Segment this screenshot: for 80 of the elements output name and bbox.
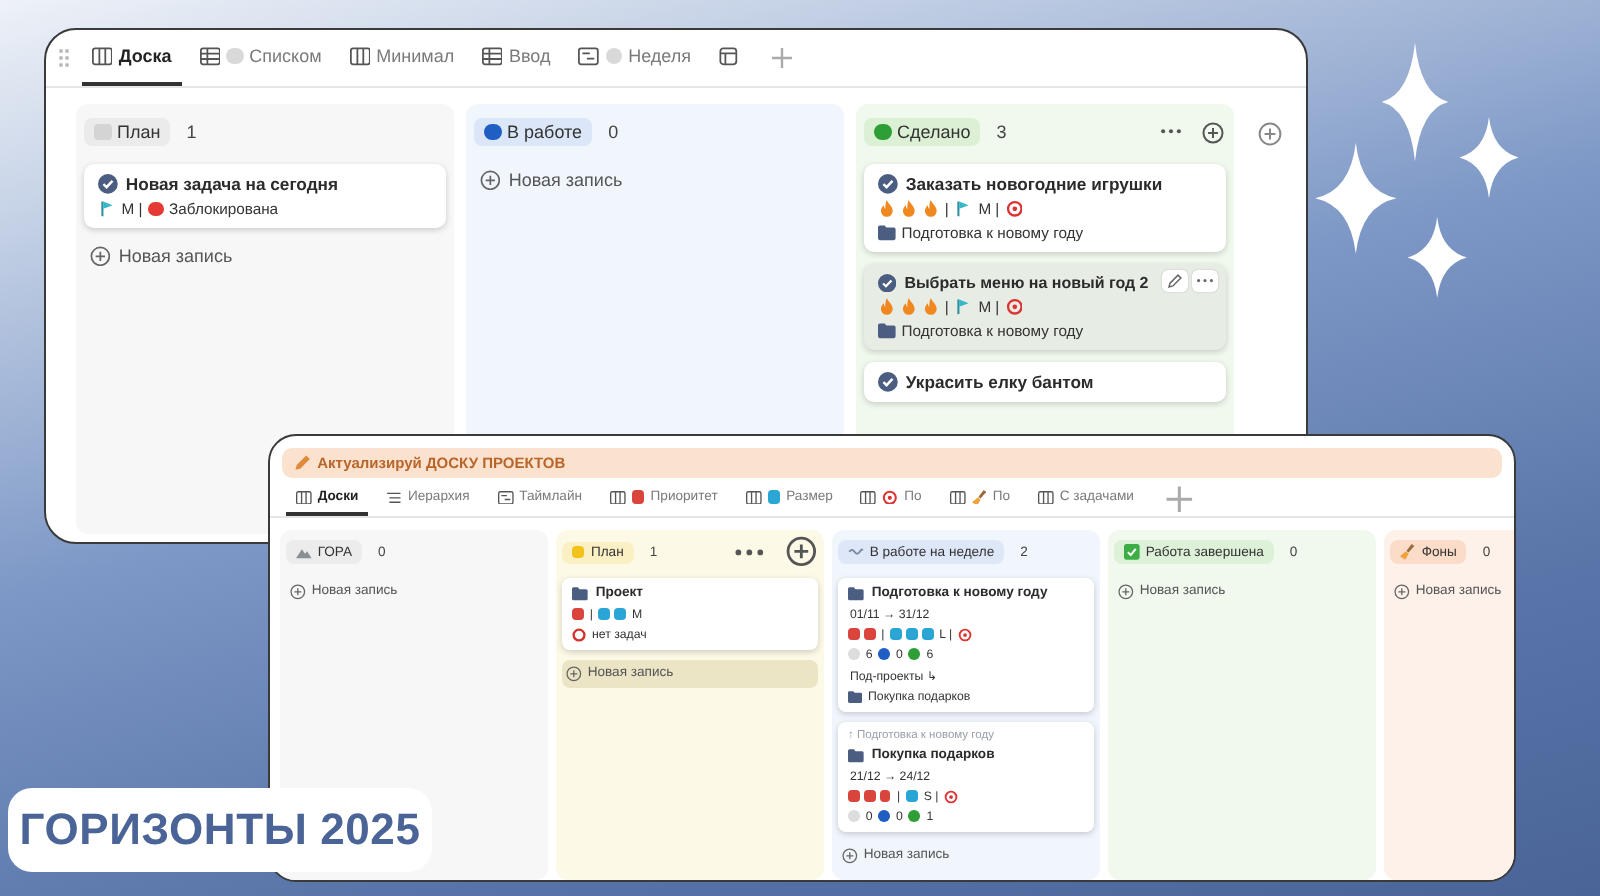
view-tab[interactable]: Минимал	[339, 30, 465, 86]
plus-circle-icon	[785, 536, 816, 568]
board-view-icon	[92, 45, 113, 67]
view-tab[interactable]: Списком	[189, 30, 332, 86]
status-tag-label: Сделано	[897, 122, 971, 142]
board-view-icon	[860, 489, 877, 505]
board-view-icon	[296, 489, 312, 505]
plus-circle-icon	[1394, 584, 1410, 600]
card-title: Выбрать меню на новый год 2	[904, 274, 1149, 293]
add-card-button[interactable]	[783, 536, 818, 568]
count-text: 1	[186, 122, 197, 142]
check-circle-icon	[878, 372, 898, 393]
flag-icon	[954, 200, 973, 218]
count-text: 0	[608, 122, 619, 142]
edit-button[interactable]	[1162, 270, 1188, 292]
task-card[interactable]: Украсить елку бантом	[864, 362, 1226, 403]
more-button[interactable]	[1158, 128, 1184, 136]
more-button[interactable]	[1192, 270, 1218, 292]
timeline-icon	[497, 489, 514, 505]
board-view-icon	[610, 489, 626, 505]
more-icon	[1196, 278, 1214, 284]
plus-circle-icon	[1202, 121, 1224, 143]
table-icon	[199, 45, 221, 67]
check-circle-icon	[878, 174, 898, 194]
count-text: 3	[996, 122, 1007, 142]
plus-circle-icon	[842, 847, 858, 864]
flag-icon	[954, 298, 973, 317]
plus-icon	[769, 46, 794, 70]
folder-icon	[848, 747, 864, 764]
check-circle-icon	[878, 274, 897, 293]
view-tab[interactable]: Неделя	[568, 30, 701, 86]
board-view-icon	[349, 45, 371, 67]
add-card-button[interactable]	[1200, 121, 1226, 143]
caption-title: ГОРИЗОНТЫ 2025	[8, 788, 432, 872]
list-icon	[386, 489, 402, 505]
card-title: Заказать новогодние игрушки	[905, 174, 1163, 194]
target-icon	[1005, 200, 1023, 218]
drag-handle-icon[interactable]	[58, 48, 70, 68]
plus-circle-icon	[566, 665, 582, 682]
folder-icon	[572, 586, 588, 602]
new-record-button[interactable]: Новая запись	[84, 240, 446, 273]
brush-icon	[1400, 544, 1416, 560]
new-record-button[interactable]: Новая запись	[474, 164, 836, 197]
status-tag-label: План	[117, 122, 161, 142]
more-icon	[1160, 128, 1182, 136]
card-title: Украсить елку бантом	[905, 372, 1094, 393]
checkbox-icon	[1124, 544, 1140, 560]
folder-icon	[848, 689, 863, 704]
pencil-icon	[1166, 272, 1184, 290]
plus-icon	[1163, 483, 1195, 515]
brush-icon	[971, 489, 987, 505]
target-icon	[882, 489, 899, 505]
board-view-icon	[1038, 489, 1054, 505]
board-view-icon	[949, 489, 966, 505]
ring-icon	[572, 627, 587, 642]
status-tag-label: В работе	[507, 122, 583, 142]
folder-icon	[878, 322, 896, 341]
plus-circle-icon	[290, 584, 306, 600]
target-icon	[944, 789, 959, 804]
view-tab[interactable]: Доска	[82, 30, 182, 86]
more-icon	[734, 547, 766, 557]
view-tab[interactable]: Ввод	[472, 30, 561, 86]
plus-circle-icon	[90, 246, 111, 267]
more-button[interactable]	[732, 547, 768, 557]
form-icon	[718, 45, 740, 67]
plus-circle-icon	[480, 170, 501, 191]
plus-circle-icon	[1258, 122, 1282, 146]
target-icon	[1005, 298, 1023, 317]
board-view-icon	[745, 489, 762, 505]
pencil-icon	[294, 454, 312, 472]
plus-circle-icon	[1118, 584, 1134, 600]
flag-icon	[98, 200, 116, 218]
check-circle-icon	[98, 174, 118, 194]
folder-icon	[878, 224, 896, 242]
folder-icon	[848, 586, 864, 602]
target-icon	[958, 627, 973, 642]
card-title: Новая задача на сегодня	[125, 174, 338, 194]
timeline-icon	[578, 45, 600, 67]
wave-icon	[848, 544, 864, 560]
table-icon	[482, 45, 503, 67]
